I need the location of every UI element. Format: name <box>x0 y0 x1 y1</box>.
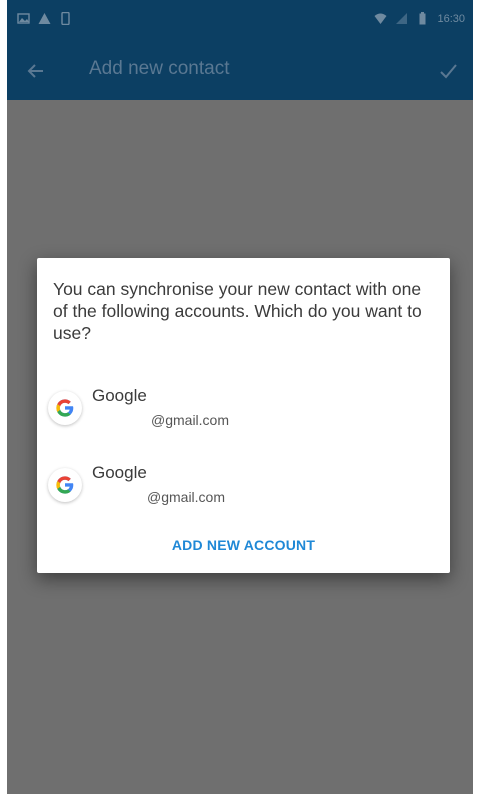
battery-icon <box>416 12 429 25</box>
account-email: @gmail.com <box>151 412 230 428</box>
status-time: 16:30 <box>437 12 465 25</box>
account-option-google-2[interactable]: Google @gmail.com <box>37 453 450 523</box>
account-option-google-1[interactable]: Google @gmail.com <box>37 376 450 446</box>
phone-screen: 16:30 Add new contact You can synchronis… <box>7 0 473 794</box>
wifi-icon <box>374 12 387 25</box>
image-icon <box>17 12 30 25</box>
status-left-icons <box>17 11 72 26</box>
app-bar: Add new contact <box>7 42 473 100</box>
check-icon[interactable] <box>437 60 459 82</box>
arrow-left-icon[interactable] <box>25 60 47 82</box>
account-email: @gmail.com <box>147 489 226 505</box>
warning-icon <box>38 12 51 25</box>
status-bar: 16:30 <box>7 0 473 42</box>
signal-icon <box>395 12 408 25</box>
google-icon <box>48 391 82 425</box>
google-icon <box>48 468 82 502</box>
account-provider-label: Google <box>92 386 147 405</box>
page-title: Add new contact <box>89 58 230 79</box>
account-select-dialog: You can synchronise your new contact wit… <box>37 258 450 573</box>
dialog-message: You can synchronise your new contact wit… <box>53 279 422 343</box>
account-provider-label: Google <box>92 463 147 482</box>
add-new-account-button[interactable]: ADD NEW ACCOUNT <box>37 537 450 553</box>
phone-icon <box>59 11 72 26</box>
status-right-icons: 16:30 <box>374 12 465 25</box>
